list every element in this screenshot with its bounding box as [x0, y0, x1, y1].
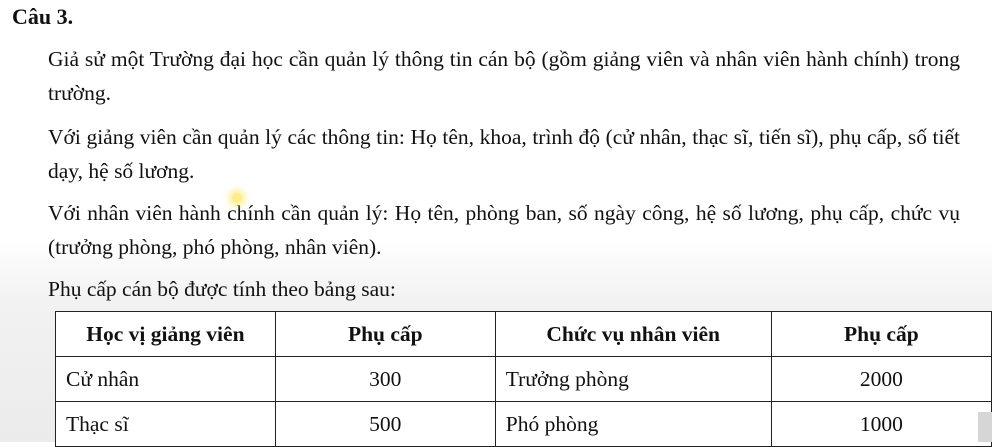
table-cell: 2000	[770, 356, 992, 402]
allowance-table: Học vị giảng viên Phụ cấp Chức vụ nhân v…	[55, 311, 992, 447]
table-header-row: Học vị giảng viên Phụ cấp Chức vụ nhân v…	[55, 311, 992, 357]
cursor-highlight-icon	[232, 193, 242, 203]
table-cell: Cử nhân	[55, 356, 276, 402]
header-position: Chức vụ nhân viên	[494, 311, 772, 357]
table-cell: Trưởng phòng	[494, 356, 772, 402]
header-allowance-lecturer: Phụ cấp	[274, 311, 496, 357]
header-allowance-staff: Phụ cấp	[770, 311, 992, 357]
table-row: Thạc sĩ 500 Phó phòng 1000	[55, 401, 992, 447]
table-cell: 500	[274, 401, 496, 447]
table-cell: Phó phòng	[494, 401, 772, 447]
table-cell: 1000	[770, 401, 992, 447]
table-cell: Thạc sĩ	[55, 401, 276, 447]
table-row: Cử nhân 300 Trưởng phòng 2000	[55, 356, 992, 402]
paragraph-lecturer: Với giảng viên cần quản lý các thông tin…	[48, 125, 960, 183]
header-degree: Học vị giảng viên	[55, 311, 276, 357]
table-cell: 300	[274, 356, 496, 402]
paragraph-table-intro: Phụ cấp cán bộ được tính theo bảng sau:	[48, 277, 396, 301]
question-heading: Câu 3.	[12, 4, 74, 29]
scroll-corner-icon[interactable]	[978, 412, 992, 442]
paragraph-staff: Với nhân viên hành chính cần quản lý: Họ…	[48, 201, 960, 259]
paragraph-intro: Giả sử một Trường đại học cần quản lý th…	[48, 47, 960, 105]
